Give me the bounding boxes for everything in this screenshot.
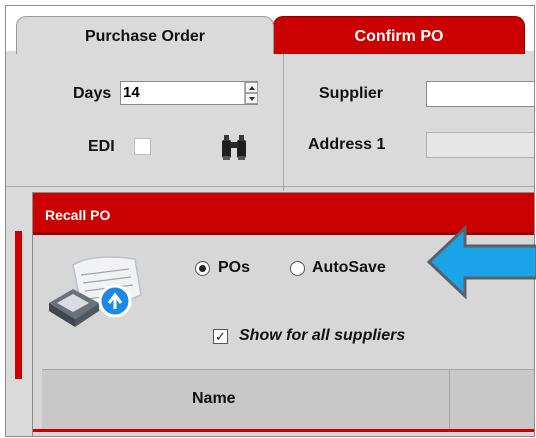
show-all-label: Show for all suppliers — [239, 327, 406, 344]
show-all-checkbox[interactable]: ✓ — [213, 329, 228, 344]
radio-pos[interactable] — [195, 261, 210, 276]
tab-confirm-po[interactable]: Confirm PO — [273, 16, 525, 54]
supplier-label: Supplier — [319, 85, 384, 102]
radio-pos-label: POs — [218, 259, 251, 276]
radio-autosave-label: AutoSave — [312, 259, 386, 276]
recall-document-icon — [49, 256, 142, 327]
binoculars-icon[interactable] — [219, 132, 249, 162]
supplier-input[interactable] — [426, 81, 534, 107]
address1-input[interactable] — [426, 132, 534, 158]
dialog-title: Recall PO — [45, 207, 111, 223]
column-name[interactable]: Name — [192, 390, 236, 408]
form-divider — [283, 51, 284, 191]
table-red-line — [33, 429, 534, 432]
spinner-icon[interactable] — [244, 82, 258, 104]
days-label: Days — [73, 85, 112, 102]
window-frame: Purchase Order Confirm PO Days 14 EDI Su… — [5, 5, 535, 437]
edi-label: EDI — [88, 138, 115, 155]
address1-label: Address 1 — [308, 136, 386, 153]
column-separator — [449, 370, 450, 430]
recall-table-header: Name — [42, 369, 534, 430]
radio-autosave[interactable] — [290, 261, 305, 276]
tab-purchase-order[interactable]: Purchase Order — [16, 16, 274, 54]
spinner-up-button[interactable] — [245, 82, 258, 93]
days-input[interactable]: 14 — [120, 81, 258, 105]
left-red-edge — [15, 231, 22, 379]
arrow-annotation-icon — [426, 224, 536, 300]
edi-checkbox[interactable] — [134, 138, 151, 155]
spinner-down-button[interactable] — [245, 93, 258, 104]
tab-bar: Purchase Order Confirm PO — [6, 6, 534, 54]
